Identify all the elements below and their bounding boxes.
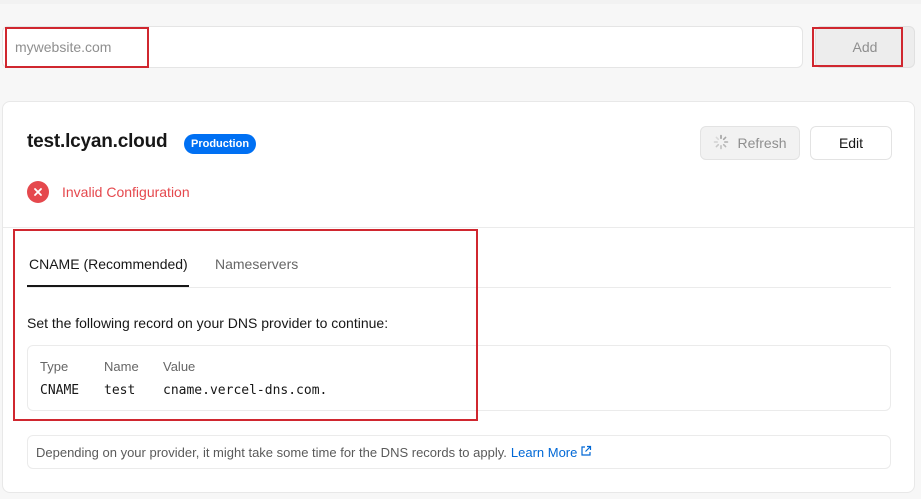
refresh-button[interactable]: Refresh: [700, 126, 800, 160]
note-text: Depending on your provider, it might tak…: [36, 444, 507, 460]
add-button[interactable]: Add: [815, 26, 915, 68]
dns-instruction: Set the following record on your DNS pro…: [27, 315, 389, 331]
dns-record-table: Type Name Value CNAME test cname.vercel-…: [27, 345, 891, 411]
record-value[interactable]: cname.vercel-dns.com.: [163, 383, 327, 398]
column-header-name: Name: [104, 359, 139, 374]
record-name[interactable]: test: [104, 383, 135, 398]
edit-button[interactable]: Edit: [810, 126, 892, 160]
domain-card: test.lcyan.cloud Production Refresh Edit: [2, 101, 915, 493]
status-text: Invalid Configuration: [62, 184, 190, 200]
top-edge: [0, 0, 921, 4]
column-header-value: Value: [163, 359, 196, 374]
x-circle-icon: [27, 181, 49, 203]
tab-nameservers[interactable]: Nameservers: [215, 256, 298, 272]
domain-input[interactable]: [2, 26, 803, 68]
column-header-type: Type: [40, 359, 69, 374]
tab-cname[interactable]: CNAME (Recommended): [29, 256, 188, 272]
divider: [3, 227, 914, 228]
record-type[interactable]: CNAME: [40, 383, 79, 398]
learn-more-label: Learn More: [510, 444, 578, 460]
dns-propagation-note: Depending on your provider, it might tak…: [27, 435, 891, 469]
tabs-divider: [27, 287, 891, 288]
external-link-icon: [580, 445, 592, 460]
spinner-icon: [713, 134, 729, 153]
learn-more-link[interactable]: Learn More: [511, 445, 592, 460]
refresh-label: Refresh: [737, 135, 787, 151]
domain-title[interactable]: test.lcyan.cloud: [27, 131, 168, 153]
environment-badge: Production: [184, 134, 257, 154]
